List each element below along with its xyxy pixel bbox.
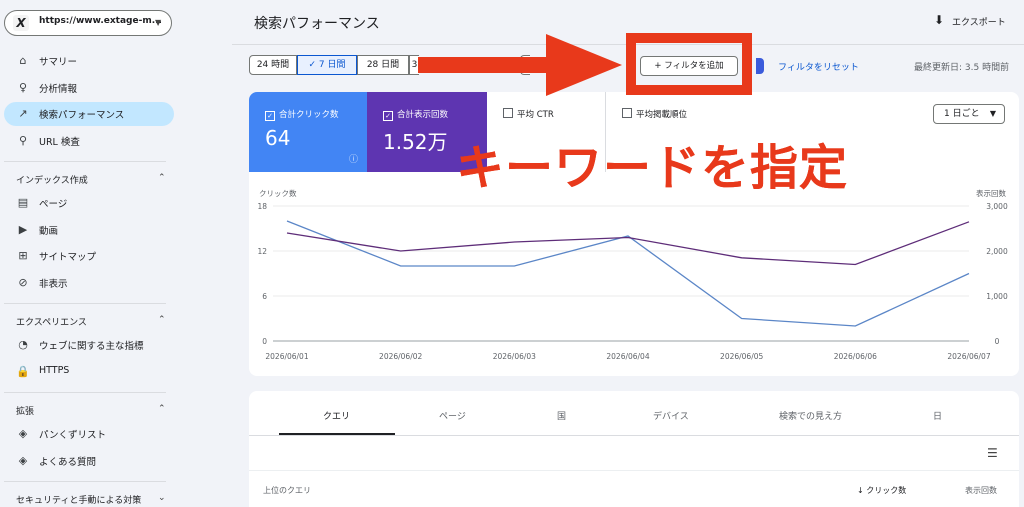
annotation-arrow-head	[546, 34, 622, 96]
annotation-text: キーワードを指定	[456, 140, 849, 196]
annotation-highlight-box	[626, 33, 752, 95]
annotation-arrow	[418, 34, 622, 96]
